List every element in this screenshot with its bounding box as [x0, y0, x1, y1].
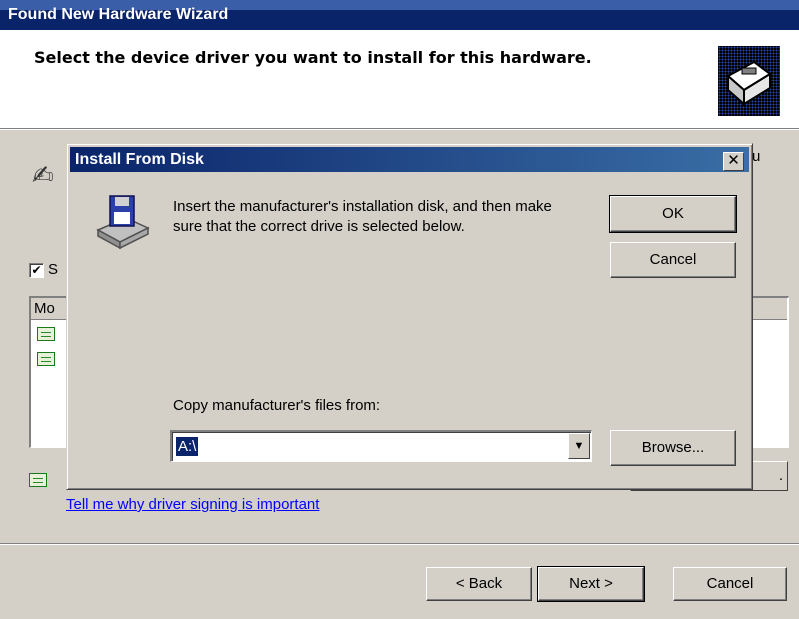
driver-icon: [37, 327, 55, 341]
dialog-message: Insert the manufacturer's installation d…: [173, 198, 552, 235]
driver-signed-icon: [29, 473, 47, 487]
dialog-title: Install From Disk: [75, 151, 204, 168]
wizard-clipped-text: u: [752, 148, 761, 165]
wizard-header-divider: [0, 129, 799, 130]
copy-files-from-value[interactable]: A:\: [176, 437, 199, 456]
wizard-title: Found New Hardware Wizard: [8, 6, 229, 23]
copy-files-from-combobox[interactable]: A:\ ▼: [170, 430, 592, 462]
wizard-header-panel: [0, 30, 799, 129]
show-compatible-hardware-checkbox[interactable]: ✔: [29, 263, 44, 278]
browse-button[interactable]: Browse...: [610, 430, 736, 466]
driver-icon: [37, 352, 55, 366]
back-button[interactable]: < Back: [426, 567, 532, 601]
dropdown-button[interactable]: ▼: [568, 433, 590, 459]
next-button[interactable]: Next >: [537, 566, 645, 602]
wizard-magic-wand-icon: ✍: [32, 160, 54, 190]
show-compatible-hardware-label: S: [48, 261, 59, 278]
driver-signing-link[interactable]: Tell me why driver signing is important: [66, 496, 319, 513]
chevron-down-icon: ▼: [573, 440, 585, 452]
floppy-disk-drive-icon: [92, 194, 152, 250]
dialog-cancel-button[interactable]: Cancel: [610, 242, 736, 278]
copy-files-from-label: Copy manufacturer's files from:: [173, 397, 381, 414]
ok-button[interactable]: OK: [609, 195, 737, 233]
close-icon: ✕: [727, 152, 740, 169]
wizard-footer-divider-highlight: [0, 544, 799, 545]
wizard-subtitle: Select the device driver you want to ins…: [34, 48, 592, 67]
wizard-cancel-button[interactable]: Cancel: [673, 567, 787, 601]
wizard-title-bar: Found New Hardware Wizard: [0, 0, 799, 30]
dialog-title-bar[interactable]: Install From Disk ✕: [70, 147, 749, 172]
hardware-icon: [718, 46, 780, 116]
close-button[interactable]: ✕: [723, 152, 744, 171]
install-from-disk-dialog: Install From Disk ✕ Insert the manufactu…: [66, 143, 753, 490]
have-disk-label: .: [778, 467, 783, 484]
